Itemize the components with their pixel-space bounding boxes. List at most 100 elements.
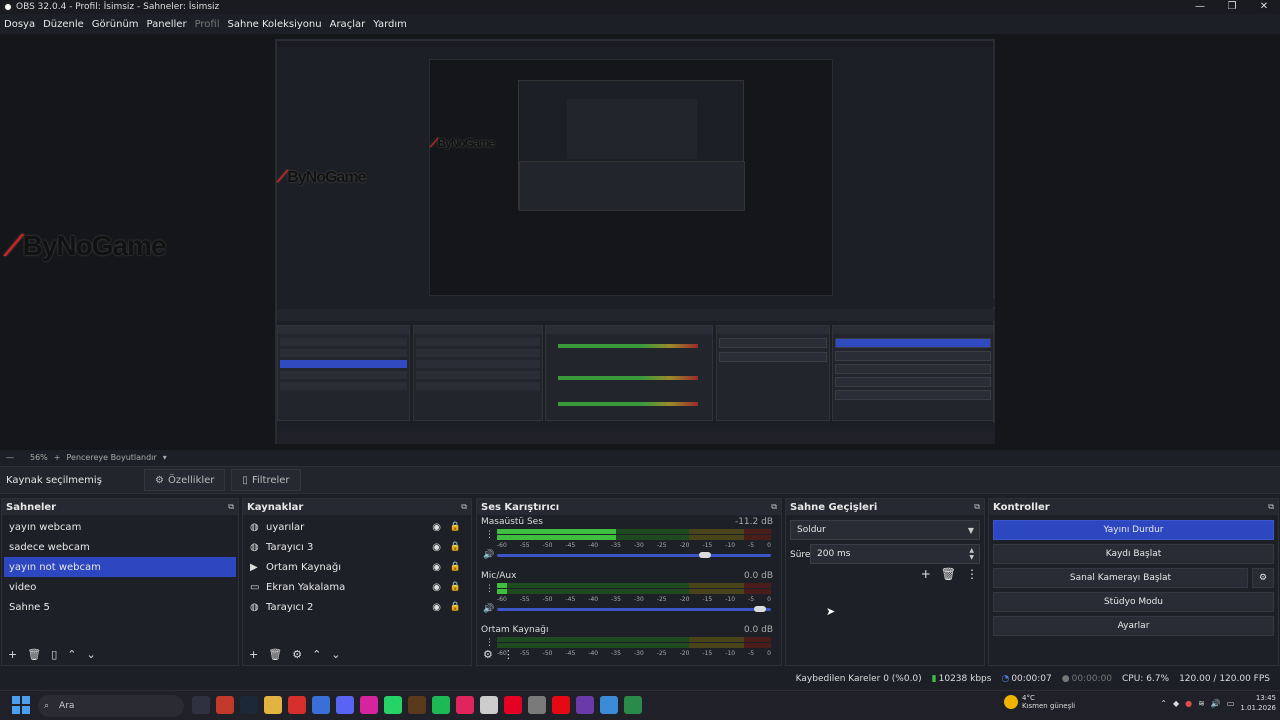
volume-slider-handle[interactable]	[753, 606, 766, 612]
lock-icon[interactable]: 🔒	[450, 602, 461, 612]
transition-type-select[interactable]: Soldur ▼	[790, 520, 980, 540]
start-recording-button[interactable]: Kaydı Başlat	[993, 544, 1274, 564]
studio-mode-button[interactable]: Stüdyo Modu	[993, 592, 1274, 612]
steam-tray-icon[interactable]: ◆	[1173, 699, 1179, 708]
taskbar-search[interactable]: ⌕ Ara	[38, 695, 184, 717]
gear-icon[interactable]: ⚙	[292, 648, 302, 661]
taskbar-app-icon[interactable]	[216, 696, 234, 714]
scene-item[interactable]: sadece webcam	[4, 537, 236, 557]
battery-icon[interactable]: ▭	[1227, 699, 1235, 708]
volume-slider-handle[interactable]	[698, 552, 711, 558]
menu-help[interactable]: Yardım	[369, 19, 411, 30]
filter-icon[interactable]: ▯	[51, 648, 57, 661]
menu-view[interactable]: Görünüm	[88, 19, 143, 30]
trash-icon[interactable]: 🗑	[941, 567, 956, 581]
virtual-camera-settings-button[interactable]: ⚙	[1252, 568, 1274, 588]
minimize-button[interactable]: —	[1184, 0, 1216, 14]
start-virtual-camera-button[interactable]: Sanal Kamerayı Başlat	[993, 568, 1248, 588]
stop-streaming-button[interactable]: Yayını Durdur	[993, 520, 1274, 540]
source-item[interactable]: ◍ Tarayıcı 3 ◉ 🔒	[245, 537, 469, 557]
taskbar-app-icon[interactable]	[384, 696, 402, 714]
preview-canvas[interactable]: ⟋ByNoGame ⟋ByNoGame	[275, 39, 995, 444]
lock-icon[interactable]: 🔒	[450, 562, 461, 572]
move-up-icon[interactable]: ⌃	[67, 648, 76, 661]
volume-slider[interactable]	[497, 606, 771, 612]
undock-icon[interactable]: ⧉	[1268, 502, 1274, 512]
undock-icon[interactable]: ⧉	[771, 502, 777, 512]
add-transition-button[interactable]: +	[921, 567, 931, 581]
channel-menu-icon[interactable]: ⋮	[485, 584, 494, 594]
taskbar-app-icon[interactable]	[600, 696, 618, 714]
taskbar-app-icon[interactable]	[504, 696, 522, 714]
wifi-icon[interactable]: ≋	[1198, 699, 1205, 708]
kebab-menu-icon[interactable]: ⋮	[966, 567, 978, 581]
windows-start-icon[interactable]	[12, 696, 30, 714]
trash-icon[interactable]: 🗑	[268, 648, 282, 661]
menu-scene-collection[interactable]: Sahne Koleksiyonu	[224, 19, 326, 30]
chevron-up-icon[interactable]: ⌃	[1160, 699, 1167, 708]
fit-to-window-label[interactable]: Pencereye Boyutlandır	[66, 453, 156, 462]
spinner-icon[interactable]: ▲ ▼	[969, 547, 974, 561]
source-item[interactable]: ▶ Ortam Kaynağı ◉ 🔒	[245, 557, 469, 577]
lock-icon[interactable]: 🔒	[450, 582, 461, 592]
close-button[interactable]: ✕	[1248, 0, 1280, 14]
menu-docks[interactable]: Paneller	[143, 19, 191, 30]
eye-icon[interactable]: ◉	[432, 522, 441, 533]
taskbar-app-icon[interactable]	[528, 696, 546, 714]
taskbar-app-icon[interactable]	[480, 696, 498, 714]
advanced-audio-icon[interactable]: ⚙	[483, 648, 493, 661]
zoom-in-button[interactable]: +	[54, 453, 61, 462]
scene-item[interactable]: video	[4, 577, 236, 597]
move-down-icon[interactable]: ⌄	[331, 648, 340, 661]
scene-item-selected[interactable]: yayın not webcam	[4, 557, 236, 577]
add-source-button[interactable]: +	[249, 648, 258, 661]
menu-file[interactable]: Dosya	[0, 19, 39, 30]
speaker-icon[interactable]: 🔊	[1211, 699, 1221, 708]
taskbar-app-icon[interactable]	[264, 696, 282, 714]
source-item[interactable]: ▭ Ekran Yakalama ◉ 🔒	[245, 577, 469, 597]
scene-item[interactable]: yayın webcam	[4, 517, 236, 537]
move-down-icon[interactable]: ⌄	[86, 648, 95, 661]
mic-icon[interactable]: ●	[1185, 699, 1192, 708]
settings-button[interactable]: Ayarlar	[993, 616, 1274, 636]
lock-icon[interactable]: 🔒	[450, 542, 461, 552]
scene-item[interactable]: Sahne 5	[4, 597, 236, 617]
source-item[interactable]: ◍ Tarayıcı 2 ◉ 🔒	[245, 597, 469, 617]
lock-icon[interactable]: 🔒	[450, 522, 461, 532]
eye-icon[interactable]: ◉	[432, 542, 441, 553]
undock-icon[interactable]: ⧉	[461, 502, 467, 512]
taskbar-app-icon[interactable]	[192, 696, 210, 714]
zoom-out-button[interactable]: —	[6, 453, 14, 462]
volume-slider[interactable]	[497, 552, 771, 558]
taskbar-app-icon[interactable]	[456, 696, 474, 714]
taskbar-app-icon[interactable]	[288, 696, 306, 714]
taskbar-app-icon[interactable]	[360, 696, 378, 714]
taskbar-app-icon[interactable]	[240, 696, 258, 714]
speaker-icon[interactable]: 🔊	[483, 550, 494, 560]
chevron-down-icon[interactable]: ▾	[163, 453, 167, 462]
move-up-icon[interactable]: ⌃	[312, 648, 321, 661]
channel-menu-icon[interactable]: ⋮	[485, 530, 494, 540]
taskbar-app-icon[interactable]	[312, 696, 330, 714]
speaker-icon[interactable]: 🔊	[483, 604, 494, 614]
menu-edit[interactable]: Düzenle	[39, 19, 88, 30]
filters-button[interactable]: ▯ Filtreler	[231, 469, 301, 491]
trash-icon[interactable]: 🗑	[27, 648, 41, 661]
source-item[interactable]: ◍ uyarılar ◉ 🔒	[245, 517, 469, 537]
maximize-button[interactable]: ❐	[1216, 0, 1248, 14]
undock-icon[interactable]: ⧉	[228, 502, 234, 512]
taskbar-app-icon[interactable]	[408, 696, 426, 714]
taskbar-app-icon[interactable]	[432, 696, 450, 714]
mixer-menu-icon[interactable]: ⋮	[503, 648, 514, 661]
taskbar-app-icon[interactable]	[576, 696, 594, 714]
eye-icon[interactable]: ◉	[432, 602, 441, 613]
duration-input[interactable]: 200 ms ▲ ▼	[810, 544, 980, 564]
weather-widget[interactable]: 4°C Kısmen güneşli	[1004, 694, 1075, 710]
properties-button[interactable]: ⚙ Özellikler	[144, 469, 226, 491]
taskbar-app-icon[interactable]	[336, 696, 354, 714]
menu-profile[interactable]: Profil	[191, 19, 224, 30]
taskbar-app-icon[interactable]	[624, 696, 642, 714]
eye-icon[interactable]: ◉	[432, 562, 441, 573]
eye-icon[interactable]: ◉	[432, 582, 441, 593]
taskbar-app-icon[interactable]	[552, 696, 570, 714]
